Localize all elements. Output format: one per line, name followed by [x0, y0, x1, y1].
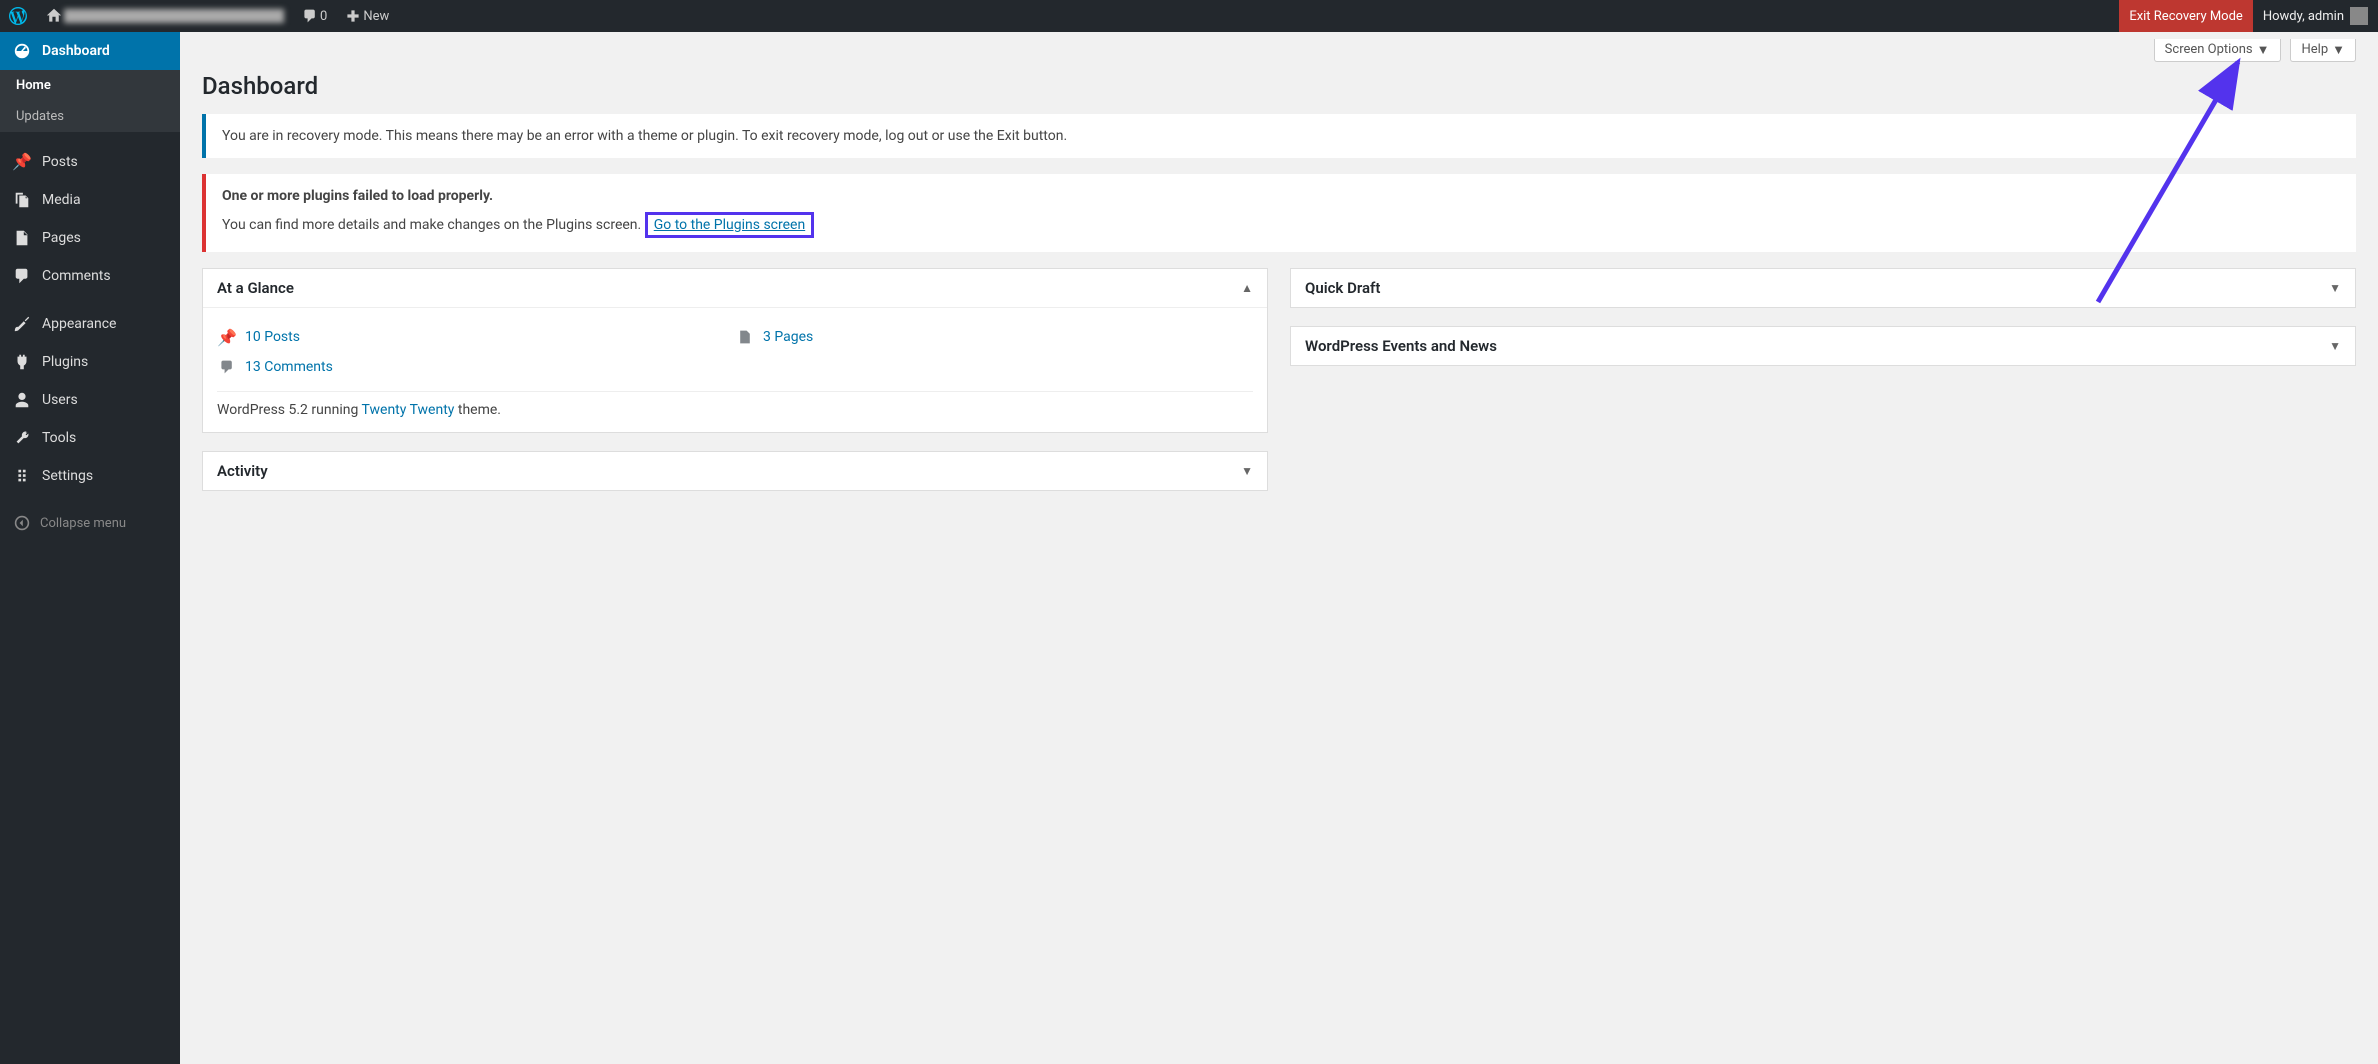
quick-draft-widget: Quick Draft ▼: [1290, 268, 2356, 308]
pin-icon: 📌: [12, 152, 32, 171]
sidebar-item-media[interactable]: Media: [0, 181, 180, 219]
sidebar-item-appearance[interactable]: Appearance: [0, 305, 180, 343]
sidebar-item-dashboard[interactable]: Dashboard: [0, 32, 180, 70]
admin-sidebar: Dashboard Home Updates 📌 Posts Media Pag…: [0, 32, 180, 1064]
glance-pages-link[interactable]: 3 Pages: [735, 322, 1253, 353]
at-a-glance-toggle[interactable]: At a Glance ▲: [203, 269, 1267, 308]
site-home-link[interactable]: [36, 0, 292, 32]
glance-posts-link[interactable]: 📌 10 Posts: [217, 322, 735, 353]
sidebar-item-settings[interactable]: Settings: [0, 457, 180, 495]
page-icon: [735, 329, 755, 345]
wp-events-widget: WordPress Events and News ▼: [1290, 326, 2356, 366]
brush-icon: [12, 315, 32, 333]
chevron-down-icon: ▼: [1241, 464, 1253, 478]
chevron-down-icon: ▼: [2329, 339, 2341, 353]
sidebar-item-comments[interactable]: Comments: [0, 257, 180, 295]
collapse-icon: [12, 515, 32, 531]
chevron-down-icon: ▼: [2329, 281, 2341, 295]
account-menu[interactable]: Howdy, admin: [2253, 7, 2378, 25]
exit-recovery-button[interactable]: Exit Recovery Mode: [2119, 0, 2253, 32]
activity-toggle[interactable]: Activity ▼: [203, 452, 1267, 490]
sidebar-item-users[interactable]: Users: [0, 381, 180, 419]
glance-comments-link[interactable]: 13 Comments: [217, 353, 1253, 381]
home-icon: [44, 8, 64, 24]
chevron-up-icon: ▲: [1241, 281, 1253, 295]
comments-menu[interactable]: 0: [292, 0, 335, 32]
chevron-down-icon: ▼: [2332, 42, 2345, 58]
sidebar-item-posts[interactable]: 📌 Posts: [0, 142, 180, 181]
sidebar-item-pages[interactable]: Pages: [0, 219, 180, 257]
plugin-icon: [12, 353, 32, 371]
new-label: New: [363, 9, 389, 24]
wp-events-toggle[interactable]: WordPress Events and News ▼: [1291, 327, 2355, 365]
comment-icon: [12, 267, 32, 285]
user-icon: [12, 391, 32, 409]
page-title: Dashboard: [202, 72, 2356, 100]
wrench-icon: [12, 429, 32, 447]
activity-widget: Activity ▼: [202, 451, 1268, 491]
pin-icon: 📌: [217, 328, 237, 347]
main-content: Screen Options ▼ Help ▼ Dashboard You ar…: [180, 32, 2378, 1064]
sidebar-item-tools[interactable]: Tools: [0, 419, 180, 457]
sidebar-sub-updates[interactable]: Updates: [0, 101, 180, 132]
comment-icon: [217, 359, 237, 375]
media-icon: [12, 191, 32, 209]
screen-options-tab[interactable]: Screen Options ▼: [2154, 39, 2281, 62]
admin-bar: 0 New Exit Recovery Mode Howdy, admin: [0, 0, 2378, 32]
help-tab[interactable]: Help ▼: [2290, 39, 2356, 62]
dashboard-icon: [12, 42, 32, 60]
new-content-menu[interactable]: New: [335, 0, 397, 32]
notice-error-title: One or more plugins failed to load prope…: [222, 188, 493, 204]
wordpress-icon: [8, 7, 28, 25]
howdy-text: Howdy, admin: [2263, 9, 2344, 24]
quick-draft-toggle[interactable]: Quick Draft ▼: [1291, 269, 2355, 307]
wp-logo-menu[interactable]: [0, 0, 36, 32]
collapse-menu-button[interactable]: Collapse menu: [0, 505, 180, 541]
chevron-down-icon: ▼: [2257, 42, 2270, 58]
sidebar-sub-home[interactable]: Home: [0, 70, 180, 101]
avatar: [2350, 7, 2368, 25]
comment-icon: [300, 8, 320, 24]
sidebar-item-plugins[interactable]: Plugins: [0, 343, 180, 381]
comment-count: 0: [320, 9, 327, 24]
notice-recovery: You are in recovery mode. This means the…: [202, 114, 2356, 158]
notice-plugin-error: One or more plugins failed to load prope…: [202, 174, 2356, 252]
site-title-blurred: [64, 9, 284, 23]
settings-icon: [12, 467, 32, 485]
page-icon: [12, 229, 32, 247]
notice-error-body: You can find more details and make chang…: [222, 217, 641, 233]
plus-icon: [343, 8, 363, 24]
go-to-plugins-link[interactable]: Go to the Plugins screen: [654, 217, 805, 233]
wp-version-text: WordPress 5.2 running Twenty Twenty them…: [217, 391, 1253, 418]
at-a-glance-widget: At a Glance ▲ 📌 10 Posts: [202, 268, 1268, 433]
theme-link[interactable]: Twenty Twenty: [362, 402, 455, 418]
